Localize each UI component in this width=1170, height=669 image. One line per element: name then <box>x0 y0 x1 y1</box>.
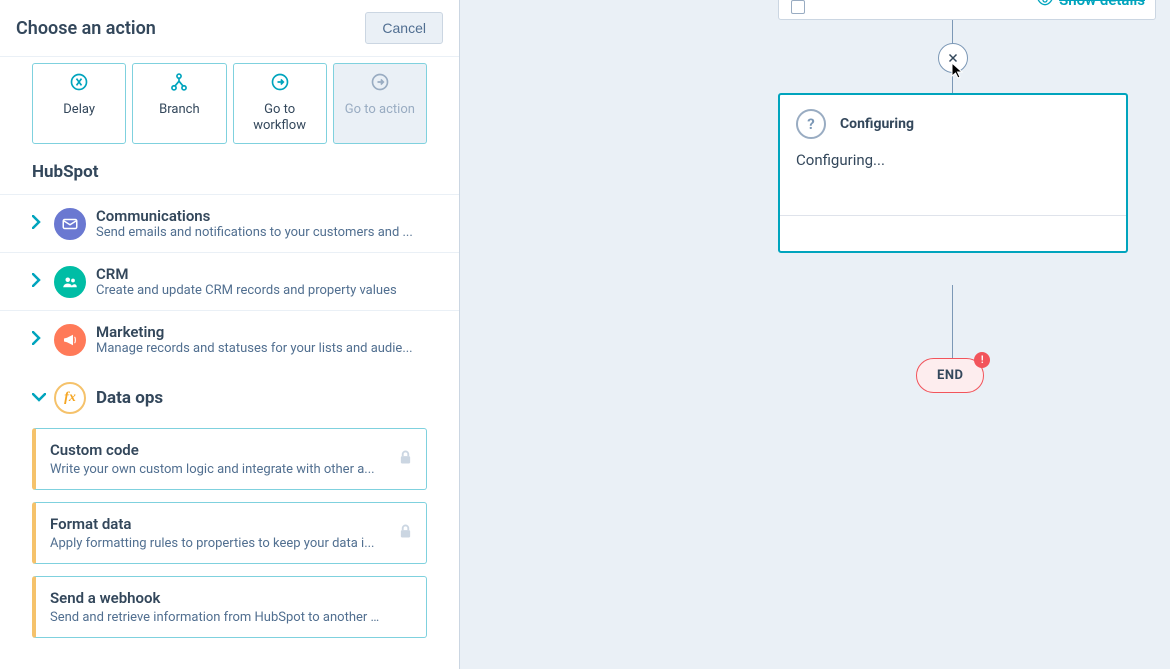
category-text: CRM Create and update CRM records and pr… <box>96 265 443 298</box>
connector-line <box>952 285 953 358</box>
end-node[interactable]: END ! <box>916 358 984 393</box>
tile-label: Delay <box>63 102 95 118</box>
category-marketing[interactable]: Marketing Manage records and statuses fo… <box>0 310 459 368</box>
megaphone-icon <box>54 324 86 356</box>
category-text: Marketing Manage records and statuses fo… <box>96 323 443 356</box>
show-details-label: Show details <box>1059 0 1145 9</box>
users-icon <box>54 266 86 298</box>
tile-label: Go to action <box>345 102 415 118</box>
panel-header: Choose an action Cancel <box>0 0 459 57</box>
dataops-title: Data ops <box>96 388 163 408</box>
card-custom-code[interactable]: Custom code Write your own custom logic … <box>32 428 427 490</box>
close-icon <box>946 51 960 65</box>
alert-badge: ! <box>974 352 990 368</box>
question-icon: ? <box>796 109 826 139</box>
category-text: Communications Send emails and notificat… <box>96 207 443 240</box>
dataops-card-list: Custom code Write your own custom logic … <box>0 428 459 638</box>
category-communications[interactable]: Communications Send emails and notificat… <box>0 194 459 252</box>
connector-line <box>952 20 953 44</box>
card-title: Send a webhook <box>50 589 386 607</box>
card-desc: Apply formatting rules to properties to … <box>50 536 386 551</box>
card-format-data[interactable]: Format data Apply formatting rules to pr… <box>32 502 427 564</box>
lock-icon <box>399 450 412 469</box>
square-icon <box>791 0 805 14</box>
card-header: ? Configuring <box>780 95 1126 145</box>
panel-title: Choose an action <box>16 18 156 39</box>
action-chooser-panel: Choose an action Cancel Delay Branch Go <box>0 0 460 669</box>
chevron-right-icon <box>32 331 44 349</box>
tile-go-to-action[interactable]: Go to action <box>333 63 427 144</box>
add-action-node[interactable] <box>938 43 968 73</box>
card-title: Custom code <box>50 441 386 459</box>
tile-label: Branch <box>159 102 199 118</box>
card-footer <box>780 215 1126 251</box>
arrow-right-circle-icon <box>370 72 390 96</box>
end-label: END <box>937 368 963 383</box>
envelope-icon <box>54 208 86 240</box>
chevron-right-icon <box>32 215 44 233</box>
configuring-card[interactable]: ? Configuring Configuring... <box>778 93 1128 253</box>
connector-line <box>952 72 953 94</box>
tile-label: Go to workflow <box>238 102 322 133</box>
category-desc: Manage records and statuses for your lis… <box>96 341 443 356</box>
card-body: Configuring... <box>780 145 1126 215</box>
cancel-button[interactable]: Cancel <box>365 12 443 44</box>
tile-branch[interactable]: Branch <box>132 63 226 144</box>
card-send-webhook[interactable]: Send a webhook Send and retrieve informa… <box>32 576 427 638</box>
category-data-ops[interactable]: fx Data ops <box>0 368 459 428</box>
card-desc: Send and retrieve information from HubSp… <box>50 610 386 625</box>
workflow-canvas[interactable]: Show details ? Configuring Configuring..… <box>460 0 1170 669</box>
category-title: CRM <box>96 265 443 283</box>
chevron-right-icon <box>32 273 44 291</box>
card-title: Format data <box>50 515 386 533</box>
lock-icon <box>399 524 412 543</box>
show-details-link[interactable]: Show details <box>1037 0 1145 9</box>
trigger-card-fragment: Show details <box>778 0 1156 20</box>
category-title: Marketing <box>96 323 443 341</box>
chevron-down-icon <box>32 390 44 406</box>
section-heading-hubspot: HubSpot <box>0 158 459 194</box>
category-title: Communications <box>96 207 443 225</box>
eye-icon <box>1037 0 1053 8</box>
panel-body[interactable]: Delay Branch Go to workflow Go to action <box>0 57 459 669</box>
branch-icon <box>169 72 189 96</box>
arrow-right-circle-icon <box>270 72 290 96</box>
hourglass-icon <box>69 72 89 96</box>
tile-delay[interactable]: Delay <box>32 63 126 144</box>
category-desc: Send emails and notifications to your cu… <box>96 225 443 240</box>
category-desc: Create and update CRM records and proper… <box>96 283 443 298</box>
card-desc: Write your own custom logic and integrat… <box>50 462 386 477</box>
category-crm[interactable]: CRM Create and update CRM records and pr… <box>0 252 459 310</box>
function-icon: fx <box>54 382 86 414</box>
tile-go-to-workflow[interactable]: Go to workflow <box>233 63 327 144</box>
card-title: Configuring <box>840 116 914 132</box>
action-tiles-row: Delay Branch Go to workflow Go to action <box>0 57 459 158</box>
